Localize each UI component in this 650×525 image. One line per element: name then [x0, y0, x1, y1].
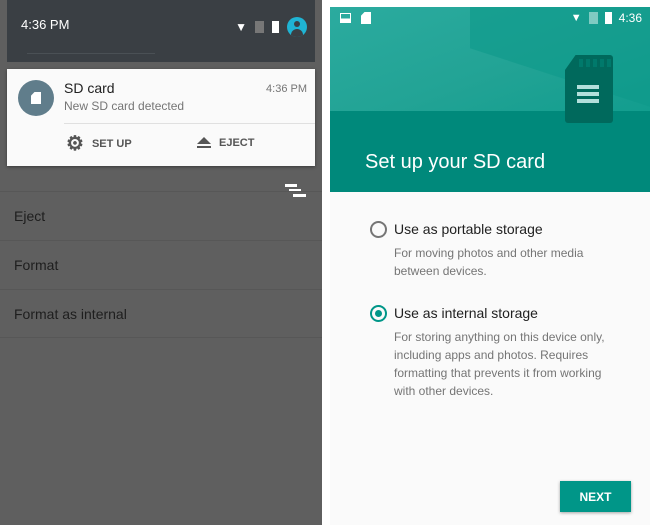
gear-icon: ⚙: [66, 133, 84, 155]
left-screen: 4:36 PM ▼ SD card New SD card detected 4…: [0, 0, 322, 525]
option-description: For moving photos and other media betwee…: [394, 246, 584, 278]
sd-card-illustration: [565, 55, 613, 123]
right-screen: ▼ 4:36 Set up your SD card Use as portab…: [330, 7, 650, 525]
status-time: 4:36 PM: [21, 17, 70, 32]
option-description: For storing anything on this device only…: [394, 330, 605, 398]
radio-portable[interactable]: [370, 221, 387, 238]
wifi-icon: ▼: [235, 20, 247, 34]
divider: [27, 53, 155, 54]
status-time: 4:36: [618, 11, 642, 25]
battery-icon: [272, 21, 279, 33]
divider: [64, 123, 315, 124]
no-sim-icon: [255, 21, 264, 33]
page-title: Set up your SD card: [365, 151, 546, 173]
next-button[interactable]: NEXT: [560, 481, 631, 512]
notification-text: New SD card detected: [64, 99, 185, 113]
sd-card-icon: [361, 12, 371, 24]
menu-item-format-internal[interactable]: Format as internal: [0, 289, 322, 338]
battery-icon: [604, 12, 612, 24]
image-icon: [340, 13, 351, 23]
radio-internal[interactable]: [370, 305, 387, 322]
status-bar: ▼ 4:36: [340, 11, 642, 25]
eject-button[interactable]: EJECT: [197, 137, 254, 149]
eject-icon: [197, 137, 211, 149]
setup-header: ▼ 4:36 Set up your SD card: [330, 7, 650, 192]
status-icons: ▼: [235, 17, 307, 37]
notification-title: SD card: [64, 80, 115, 96]
quick-settings-header: 4:36 PM ▼: [7, 0, 315, 62]
wifi-icon: ▼: [570, 12, 582, 24]
eject-label: EJECT: [219, 137, 255, 149]
menu-item-eject[interactable]: Eject: [0, 191, 322, 240]
set-up-button[interactable]: ⚙ SET UP: [66, 133, 132, 155]
no-sim-icon: [588, 12, 598, 24]
menu-item-format[interactable]: Format: [0, 240, 322, 289]
account-icon[interactable]: [287, 17, 307, 37]
sd-card-notification[interactable]: SD card New SD card detected 4:36 PM ⚙ S…: [7, 69, 315, 166]
option-label: Use as internal storage: [394, 305, 538, 321]
notification-time: 4:36 PM: [266, 83, 307, 95]
set-up-label: SET UP: [91, 138, 132, 150]
sd-card-icon: [18, 80, 54, 116]
option-label: Use as portable storage: [394, 221, 543, 237]
